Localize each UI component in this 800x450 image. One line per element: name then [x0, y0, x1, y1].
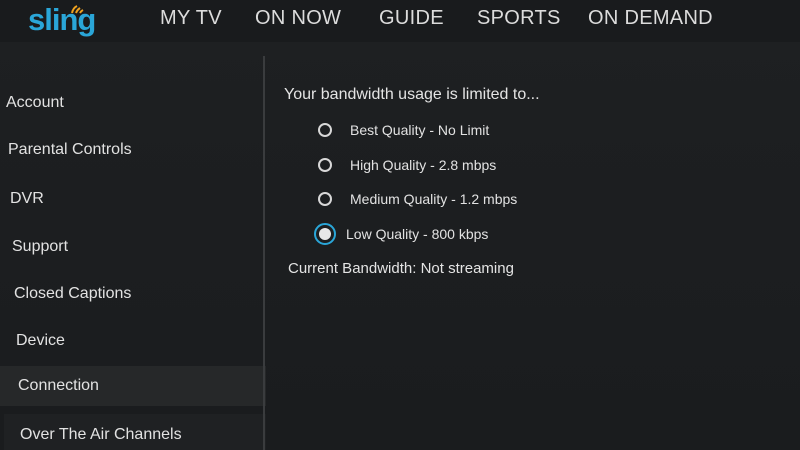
- nav-on-now[interactable]: ON NOW: [255, 6, 341, 30]
- signal-waves-icon: [71, 5, 84, 14]
- radio-unchecked-icon[interactable]: [318, 158, 332, 172]
- option-best-quality[interactable]: Best Quality - No Limit: [318, 119, 489, 141]
- sidebar-divider: [263, 56, 265, 450]
- nav-guide[interactable]: GUIDE: [379, 6, 444, 30]
- radio-unchecked-icon[interactable]: [318, 123, 332, 137]
- option-label: Best Quality - No Limit: [350, 122, 490, 138]
- sidebar-item-device[interactable]: Device: [16, 321, 266, 361]
- option-label: High Quality - 2.8 mbps: [350, 157, 497, 173]
- sling-settings-screen: sling MY TV ON NOW GUIDE SPORTS ON DEMAN…: [0, 0, 800, 450]
- nav-sports[interactable]: SPORTS: [477, 6, 561, 30]
- radio-unchecked-icon[interactable]: [318, 192, 332, 206]
- bandwidth-heading: Your bandwidth usage is limited to...: [284, 86, 540, 103]
- nav-on-demand[interactable]: ON DEMAND: [588, 6, 713, 30]
- option-medium-quality[interactable]: Medium Quality - 1.2 mbps: [318, 188, 517, 210]
- option-low-quality[interactable]: Low Quality - 800 kbps: [314, 223, 489, 245]
- radio-checked-icon[interactable]: [314, 223, 336, 245]
- option-label: Medium Quality - 1.2 mbps: [350, 191, 518, 207]
- sidebar-item-over-the-air-channels[interactable]: Over The Air Channels: [4, 414, 266, 450]
- option-high-quality[interactable]: High Quality - 2.8 mbps: [318, 154, 496, 176]
- sidebar-item-closed-captions[interactable]: Closed Captions: [14, 274, 264, 314]
- top-navigation-bar: sling MY TV ON NOW GUIDE SPORTS ON DEMAN…: [0, 0, 800, 42]
- sidebar-item-connection[interactable]: Connection: [0, 366, 266, 406]
- current-bandwidth-status: Current Bandwidth: Not streaming: [288, 260, 514, 277]
- sidebar-item-parental-controls[interactable]: Parental Controls: [8, 130, 258, 170]
- sidebar-item-account[interactable]: Account: [6, 83, 256, 123]
- sidebar-item-support[interactable]: Support: [12, 227, 262, 267]
- option-label: Low Quality - 800 kbps: [346, 226, 489, 242]
- nav-my-tv[interactable]: MY TV: [160, 6, 222, 30]
- connection-settings-panel: [266, 56, 800, 450]
- sidebar-item-dvr[interactable]: DVR: [10, 179, 260, 219]
